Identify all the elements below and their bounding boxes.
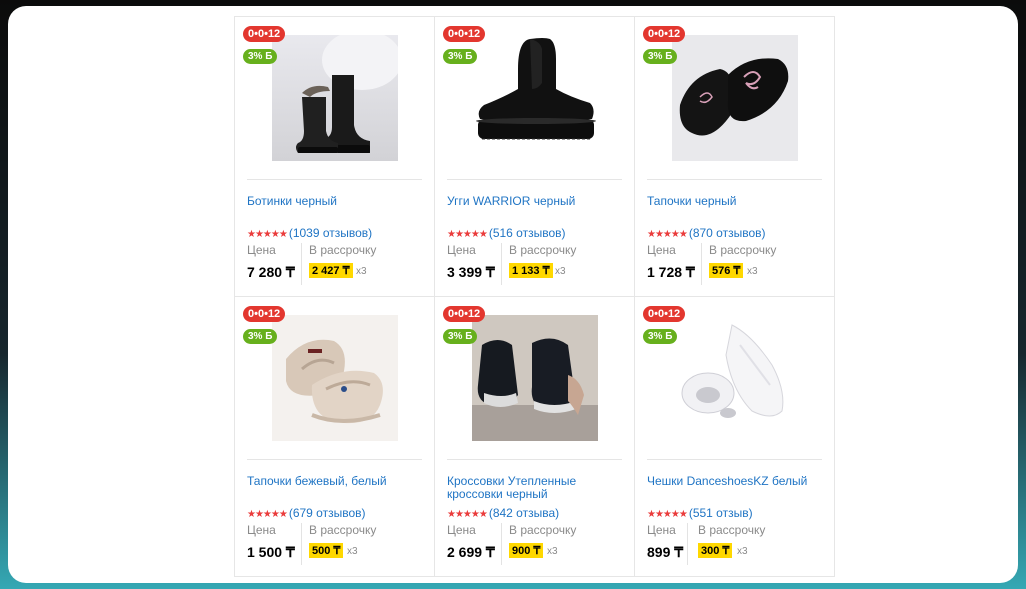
- divider: [301, 243, 302, 285]
- installment-label: В рассрочку: [509, 523, 577, 537]
- installment-label: В рассрочку: [309, 523, 377, 537]
- stars-icon: ★★★★★: [247, 229, 288, 240]
- bonus-badge: 3% Б: [443, 329, 478, 344]
- installment-value: 300 ₸: [698, 543, 733, 558]
- rating: ★★★★★ (842 отзыва): [447, 506, 559, 520]
- product-image-slippers-black[interactable]: [671, 35, 798, 161]
- product-title[interactable]: Угги WARRIOR черный: [447, 195, 626, 208]
- divider: [647, 459, 822, 460]
- installment-value: 1 133 ₸: [509, 263, 553, 278]
- installment-multiplier: x3: [555, 266, 566, 277]
- divider: [501, 523, 502, 565]
- divider: [447, 179, 622, 180]
- timer-badge: 0•0•12: [243, 26, 286, 42]
- product-image-ballet-shoes[interactable]: [665, 315, 805, 441]
- divider: [687, 523, 688, 565]
- installment-value: 500 ₸: [309, 543, 344, 558]
- divider: [701, 243, 702, 285]
- price-value: 1 728 ₸: [647, 264, 695, 280]
- product-image-boots[interactable]: [271, 35, 398, 161]
- stars-icon: ★★★★★: [647, 229, 688, 240]
- installment-multiplier: x3: [737, 546, 748, 557]
- price-label: Цена: [647, 243, 676, 257]
- timer-badge: 0•0•12: [243, 306, 286, 322]
- product-card[interactable]: 0•0•12 3% Б Угги WARRIOR черный ★★★★★ (51…: [435, 17, 635, 297]
- bonus-badge: 3% Б: [443, 49, 478, 64]
- rating: ★★★★★ (1039 отзывов): [247, 226, 372, 240]
- price-label: Цена: [247, 523, 276, 537]
- timer-badge: 0•0•12: [643, 306, 686, 322]
- price-label: Цена: [247, 243, 276, 257]
- installment-multiplier: x3: [356, 266, 367, 277]
- installment-multiplier: x3: [347, 546, 358, 557]
- product-title[interactable]: Тапочки черный: [647, 195, 826, 208]
- divider: [301, 523, 302, 565]
- reviews-link[interactable]: (679 отзывов): [289, 506, 366, 520]
- product-image-sneakers[interactable]: [465, 315, 605, 441]
- product-title[interactable]: Тапочки бежевый, белый: [247, 475, 426, 488]
- price-value: 899 ₸: [647, 544, 684, 560]
- price-value: 1 500 ₸: [247, 544, 295, 560]
- price-value: 7 280 ₸: [247, 264, 295, 280]
- reviews-link[interactable]: (516 отзывов): [489, 226, 566, 240]
- rating: ★★★★★ (551 отзыв): [647, 506, 753, 520]
- product-grid: 0•0•12 3% Б Ботинки черный ★★★★★ (1039 от…: [234, 16, 835, 577]
- timer-badge: 0•0•12: [443, 306, 486, 322]
- divider: [501, 243, 502, 285]
- stars-icon: ★★★★★: [447, 509, 488, 520]
- installment-multiplier: x3: [747, 266, 758, 277]
- product-card[interactable]: 0•0•12 3% Б Тапочки бежевый, белый ★★★★★…: [235, 297, 435, 577]
- reviews-link[interactable]: (842 отзыва): [489, 506, 559, 520]
- product-card[interactable]: 0•0•12 3% Б Ботинки черный ★★★★★ (1039 от…: [235, 17, 435, 297]
- price-label: Цена: [647, 523, 676, 537]
- reviews-link[interactable]: (870 отзывов): [689, 226, 766, 240]
- stars-icon: ★★★★★: [247, 509, 288, 520]
- price-label: Цена: [447, 243, 476, 257]
- installment-value: 2 427 ₸: [309, 263, 353, 278]
- product-card[interactable]: 0•0•12 3% Б Тапочки черный ★★★★★ (870 отз…: [635, 17, 835, 297]
- product-title[interactable]: Ботинки черный: [247, 195, 426, 208]
- rating: ★★★★★ (679 отзывов): [247, 506, 366, 520]
- divider: [647, 179, 822, 180]
- bonus-badge: 3% Б: [243, 49, 278, 64]
- bonus-badge: 3% Б: [243, 329, 278, 344]
- installment-label: В рассрочку: [309, 243, 377, 257]
- bonus-badge: 3% Б: [643, 49, 678, 64]
- product-title[interactable]: Чешки DanceshoesKZ белый: [647, 475, 826, 488]
- installment-value: 576 ₸: [709, 263, 744, 278]
- installment-value: 900 ₸: [509, 543, 544, 558]
- installment-label: В рассрочку: [709, 243, 777, 257]
- stars-icon: ★★★★★: [647, 509, 688, 520]
- divider: [247, 179, 422, 180]
- timer-badge: 0•0•12: [643, 26, 686, 42]
- installment-multiplier: x3: [547, 546, 558, 557]
- stars-icon: ★★★★★: [447, 229, 488, 240]
- bonus-badge: 3% Б: [643, 329, 678, 344]
- product-image-slippers-beige[interactable]: [271, 315, 398, 441]
- price-value: 2 699 ₸: [447, 544, 495, 560]
- product-title[interactable]: Кроссовки Утепленные кроссовки черный: [447, 475, 626, 501]
- product-card[interactable]: 0•0•12 3% Б Чешки DanceshoesKZ белый ★★★…: [635, 297, 835, 577]
- divider: [447, 459, 622, 460]
- rating: ★★★★★ (870 отзывов): [647, 226, 766, 240]
- installment-label: В рассрочку: [698, 523, 766, 537]
- price-label: Цена: [447, 523, 476, 537]
- price-value: 3 399 ₸: [447, 264, 495, 280]
- rating: ★★★★★ (516 отзывов): [447, 226, 566, 240]
- timer-badge: 0•0•12: [443, 26, 486, 42]
- installment-label: В рассрочку: [509, 243, 577, 257]
- screenshot-frame: 0•0•12 3% Б Ботинки черный ★★★★★ (1039 от…: [8, 6, 1018, 583]
- product-card[interactable]: 0•0•12 3% Б Кроссовки Утепленные кроссов…: [435, 297, 635, 577]
- reviews-link[interactable]: (1039 отзывов): [289, 226, 372, 240]
- reviews-link[interactable]: (551 отзыв): [689, 506, 753, 520]
- divider: [247, 459, 422, 460]
